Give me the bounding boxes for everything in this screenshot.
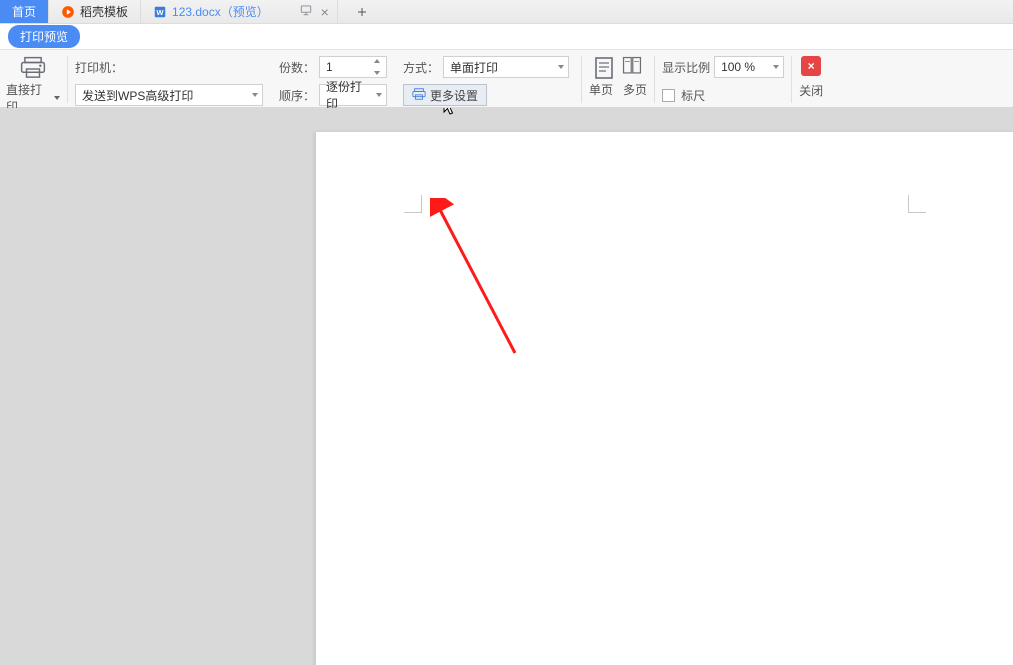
single-page-icon[interactable] (594, 56, 614, 78)
multi-page-icon[interactable] (622, 56, 642, 78)
zoom-value: 100 % (721, 60, 755, 74)
word-doc-icon: W (153, 5, 167, 19)
crop-mark-top-left (404, 195, 422, 213)
preview-stage[interactable] (0, 108, 1013, 665)
more-settings-label: 更多设置 (430, 87, 478, 104)
present-icon[interactable] (299, 3, 313, 20)
printer-icon[interactable] (20, 56, 46, 78)
tab-doc-suffix: （预览） (221, 5, 269, 19)
side-label: 方式： (403, 59, 439, 76)
chevron-down-icon (558, 65, 564, 69)
page-preview (316, 132, 1013, 665)
side-more-group: 方式： 单面打印 更多设置 (403, 54, 569, 106)
copies-value: 1 (326, 60, 333, 74)
single-page-label[interactable]: 单页 (589, 81, 613, 98)
copies-order-group: 份数： 1 顺序： 逐份打印 (279, 54, 387, 106)
chevron-down-icon (252, 93, 258, 97)
copies-input[interactable]: 1 (319, 56, 387, 78)
print-preview-chip[interactable]: 打印预览 (8, 25, 80, 48)
tab-docker-template-label: 稻壳模板 (80, 3, 128, 20)
printer-group: 打印机： 发送到WPS高级打印 (75, 54, 263, 106)
copies-label: 份数： (279, 59, 315, 76)
copies-spinner[interactable] (374, 59, 384, 75)
settings-printer-icon (412, 87, 426, 104)
svg-text:W: W (156, 7, 164, 16)
tab-strip: 首页 稻壳模板 W 123.docx（预览） × (0, 0, 1013, 24)
zoom-ruler-group: 显示比例 100 % 标尺 (662, 54, 784, 106)
close-preview-button[interactable]: × (801, 56, 821, 76)
page-view-group: 单页 多页 (589, 54, 647, 98)
side-value: 单面打印 (450, 59, 498, 76)
print-preview-toolbar: 直接打印 打印机： 发送到WPS高级打印 份数： 1 顺序： (0, 50, 1013, 108)
ruler-checkbox[interactable] (662, 89, 675, 102)
order-value: 逐份打印 (326, 78, 368, 112)
tab-home[interactable]: 首页 (0, 0, 49, 23)
order-label: 顺序： (279, 87, 315, 104)
print-preview-chip-row: 打印预览 (0, 24, 1013, 50)
tab-actions: × (299, 0, 329, 23)
ruler-label: 标尺 (681, 87, 705, 104)
order-select[interactable]: 逐份打印 (319, 84, 387, 106)
close-label[interactable]: 关闭 (799, 82, 823, 99)
tab-doc[interactable]: W 123.docx（预览） × (141, 0, 338, 23)
printer-label: 打印机： (75, 59, 123, 76)
cursor-icon (443, 108, 459, 117)
tab-home-label: 首页 (12, 3, 36, 20)
tab-doc-filename: 123.docx (172, 5, 221, 19)
close-tab-icon[interactable]: × (321, 4, 329, 20)
multi-page-label[interactable]: 多页 (623, 81, 647, 98)
more-settings-button[interactable]: 更多设置 (403, 84, 487, 106)
printer-value: 发送到WPS高级打印 (82, 87, 193, 104)
side-select[interactable]: 单面打印 (443, 56, 569, 78)
chevron-down-icon (376, 93, 382, 97)
crop-mark-top-right (908, 195, 926, 213)
chevron-down-icon (773, 65, 779, 69)
docker-template-icon (61, 5, 75, 19)
close-group: × 关闭 (799, 54, 823, 99)
zoom-select[interactable]: 100 % (714, 56, 784, 78)
close-icon: × (808, 59, 815, 73)
new-tab-button[interactable] (348, 0, 376, 23)
chevron-down-icon (54, 96, 60, 100)
tab-doc-title: 123.docx（预览） (172, 3, 269, 20)
printer-select[interactable]: 发送到WPS高级打印 (75, 84, 263, 106)
zoom-label: 显示比例 (662, 59, 710, 76)
tab-docker-template[interactable]: 稻壳模板 (49, 0, 141, 23)
direct-print-group: 直接打印 (6, 54, 60, 115)
